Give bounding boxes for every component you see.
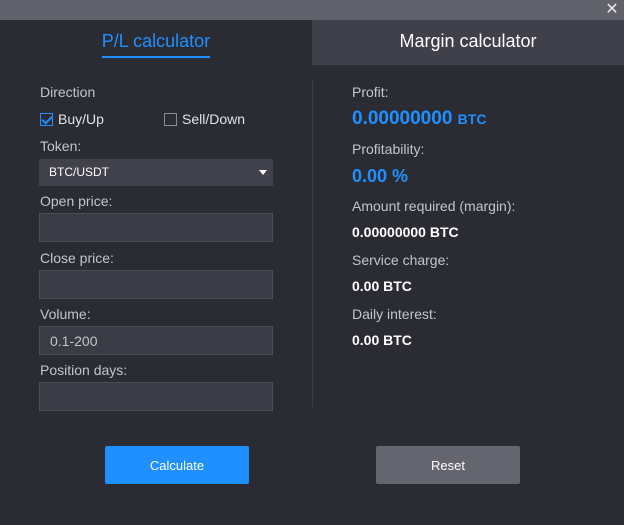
active-tab-underline xyxy=(101,56,211,58)
open-price-input[interactable] xyxy=(39,213,273,242)
daily-interest-label: Daily interest: xyxy=(352,306,437,322)
buy-up-label: Buy/Up xyxy=(58,111,104,127)
position-days-input[interactable] xyxy=(39,382,273,411)
tab-pl-calculator[interactable]: P/L calculator xyxy=(0,20,312,65)
amount-required-label: Amount required (margin): xyxy=(352,198,516,214)
reset-button[interactable]: Reset xyxy=(376,446,520,484)
profitability-label: Profitability: xyxy=(352,141,425,157)
profit-value: 0.00000000 xyxy=(352,108,453,129)
tab-pl-text: P/L calculator xyxy=(101,31,211,51)
title-bar: ✕ xyxy=(0,0,624,20)
chevron-down-icon xyxy=(259,170,267,175)
position-days-label: Position days: xyxy=(40,362,128,378)
tab-margin-label: Margin calculator xyxy=(399,31,537,51)
tab-pl-label: P/L calculator xyxy=(101,20,211,62)
sell-down-checkbox[interactable] xyxy=(164,112,177,126)
direction-label: Direction xyxy=(40,84,96,100)
calculate-button[interactable]: Calculate xyxy=(105,446,249,484)
volume-label: Volume: xyxy=(40,306,91,322)
sell-down-option[interactable]: Sell/Down xyxy=(164,110,245,128)
daily-interest-value: 0.00 BTC xyxy=(352,332,412,348)
close-price-input[interactable] xyxy=(39,270,273,299)
profitability-value: 0.00 % xyxy=(352,166,409,186)
service-charge-label: Service charge: xyxy=(352,252,450,268)
profit-value-row: 0.00000000 BTC xyxy=(352,108,486,130)
sell-down-label: Sell/Down xyxy=(182,111,246,127)
open-price-label: Open price: xyxy=(40,193,113,209)
tab-margin-calculator[interactable]: Margin calculator xyxy=(312,20,624,65)
calculator-tabs: P/L calculator Margin calculator xyxy=(0,20,624,65)
token-select-value: BTC/USDT xyxy=(49,165,109,179)
token-select[interactable]: BTC/USDT xyxy=(39,159,273,186)
profit-unit: BTC xyxy=(457,111,487,127)
amount-required-value: 0.00000000 BTC xyxy=(352,224,459,240)
volume-input[interactable] xyxy=(39,326,273,355)
close-price-label: Close price: xyxy=(40,250,114,266)
service-charge-value: 0.00 BTC xyxy=(352,278,412,294)
buy-up-checkbox[interactable] xyxy=(40,112,53,126)
profit-label: Profit: xyxy=(352,84,389,100)
column-divider xyxy=(312,80,313,407)
token-label: Token: xyxy=(40,138,82,154)
close-icon[interactable]: ✕ xyxy=(604,2,620,18)
buy-up-option[interactable]: Buy/Up xyxy=(40,110,104,128)
